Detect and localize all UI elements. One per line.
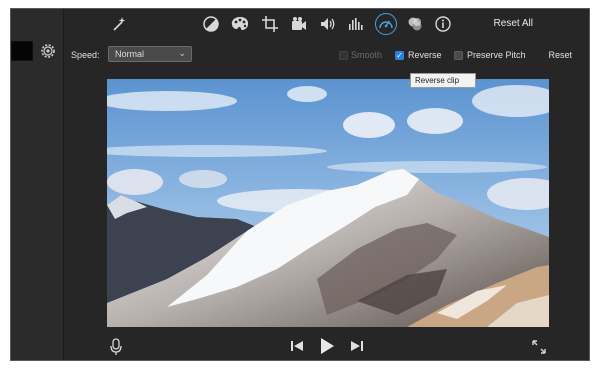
video-camera-icon[interactable] bbox=[289, 14, 309, 34]
speed-label: Speed: bbox=[71, 50, 100, 60]
reverse-label: Reverse bbox=[408, 50, 442, 60]
color-balance-icon[interactable] bbox=[201, 14, 221, 34]
speed-select-value: Normal bbox=[115, 49, 145, 59]
equalizer-icon[interactable] bbox=[346, 14, 366, 34]
smooth-label: Smooth bbox=[351, 50, 383, 60]
skip-back-icon[interactable] bbox=[290, 339, 304, 358]
reverse-checkbox[interactable]: ✓ bbox=[395, 51, 404, 60]
reset-all-button[interactable]: Reset All bbox=[494, 18, 533, 29]
expand-icon[interactable] bbox=[531, 339, 547, 360]
preserve-pitch-checkbox[interactable] bbox=[454, 51, 463, 60]
skip-forward-icon[interactable] bbox=[350, 339, 364, 358]
color-palette-icon[interactable] bbox=[230, 14, 250, 34]
smooth-checkbox[interactable] bbox=[339, 51, 348, 60]
microphone-icon[interactable] bbox=[110, 338, 122, 360]
info-icon[interactable] bbox=[433, 14, 453, 34]
video-viewer[interactable] bbox=[107, 79, 549, 327]
speedometer-icon[interactable] bbox=[375, 13, 397, 35]
reverse-clip-tooltip: Reverse clip bbox=[410, 73, 476, 88]
reset-button[interactable]: Reset bbox=[548, 50, 572, 60]
gear-icon[interactable] bbox=[39, 42, 57, 60]
left-panel bbox=[11, 9, 64, 360]
filter-overlay-icon[interactable] bbox=[405, 14, 425, 34]
chevron-down-icon: ⌄ bbox=[178, 48, 186, 58]
speed-select[interactable]: Normal ⌄ bbox=[108, 46, 192, 62]
mountain-photo bbox=[107, 79, 549, 327]
preserve-pitch-label: Preserve Pitch bbox=[467, 50, 526, 60]
magic-wand-icon[interactable] bbox=[109, 14, 129, 34]
play-icon[interactable] bbox=[318, 337, 336, 360]
volume-icon[interactable] bbox=[318, 14, 338, 34]
imovie-window: Reset All Speed: Normal ⌄ Smooth ✓ Rever… bbox=[10, 8, 590, 361]
crop-icon[interactable] bbox=[260, 14, 280, 34]
color-swatch[interactable] bbox=[11, 41, 33, 61]
